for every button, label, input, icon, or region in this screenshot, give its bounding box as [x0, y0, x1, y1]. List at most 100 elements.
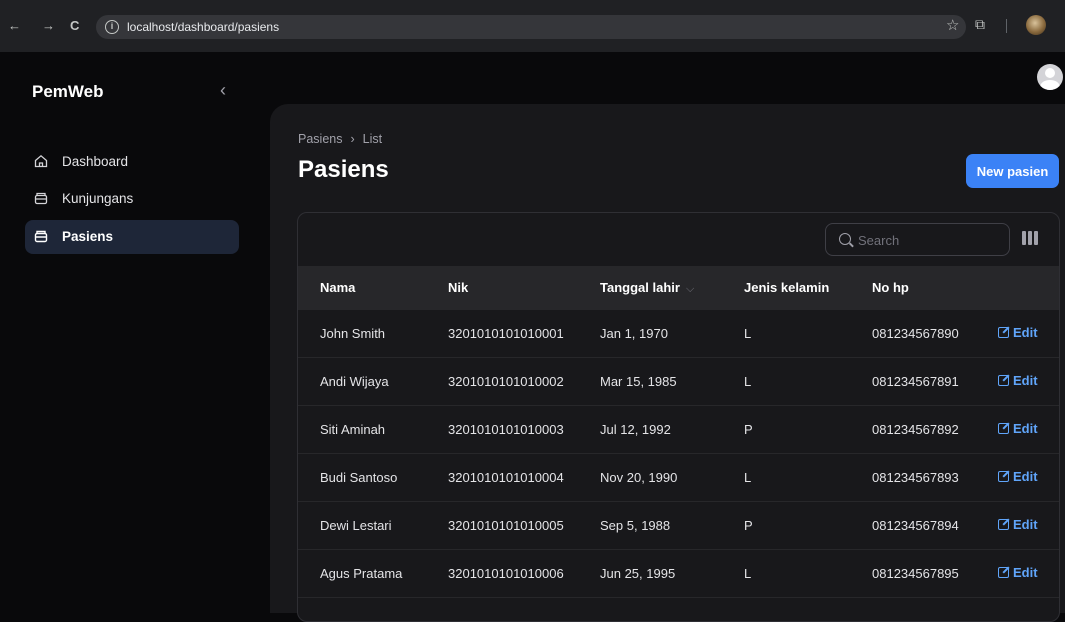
- cell-nik: 3201010101010003: [448, 422, 564, 437]
- cell-no-hp: 081234567890: [872, 326, 959, 341]
- cell-nik: 3201010101010001: [448, 326, 564, 341]
- cell-nama: Siti Aminah: [320, 422, 386, 437]
- chevron-down-icon: ⌵: [685, 283, 695, 295]
- edit-label: Edit: [1013, 469, 1038, 484]
- cell-tanggal-lahir: Jun 25, 1995: [600, 566, 676, 581]
- inbox-icon: [34, 230, 48, 243]
- cell-nama: Dewi Lestari: [320, 518, 392, 533]
- table-header: Nama Nik Tanggal lahir ⌵ Jenis kelamin No…: [298, 266, 1059, 309]
- forward-icon[interactable]: →: [42, 18, 55, 33]
- toolbar-divider: [1006, 19, 1007, 33]
- browser-toolbar: ← → C i localhost/dashboard/pasiens ☆ ⧉: [0, 0, 1065, 52]
- cell-jenis-kelamin: L: [744, 470, 752, 485]
- edit-button[interactable]: Edit: [998, 517, 1038, 532]
- sidebar-item-kunjungans[interactable]: Kunjungans: [25, 182, 239, 216]
- edit-label: Edit: [1013, 421, 1038, 436]
- search-input[interactable]: [858, 230, 1003, 250]
- url-text[interactable]: localhost/dashboard/pasiens: [127, 20, 279, 34]
- main-panel: Pasiens › List Pasiens New pasien Nama Nik…: [270, 104, 1065, 622]
- cell-nik: 3201010101010002: [448, 374, 564, 389]
- breadcrumb-chevron-icon: ›: [350, 132, 355, 146]
- edit-label: Edit: [1013, 373, 1038, 388]
- cell-nama: Andi Wijaya: [320, 374, 389, 389]
- new-pasien-button[interactable]: New pasien: [966, 154, 1059, 188]
- table-row[interactable]: Agus Pratama 3201010101010006 Jun 25, 19…: [298, 549, 1059, 597]
- table-row[interactable]: John Smith 3201010101010001 Jan 1, 1970 …: [298, 309, 1059, 357]
- sidebar-item-pasiens[interactable]: Pasiens: [25, 220, 239, 254]
- table-row: [298, 597, 1059, 621]
- cell-tanggal-lahir: Mar 15, 1985: [600, 374, 677, 389]
- search-icon: [839, 233, 851, 245]
- cell-nik: 3201010101010005: [448, 518, 564, 533]
- cell-nik: 3201010101010006: [448, 566, 564, 581]
- page-title: Pasiens: [298, 156, 389, 183]
- cell-no-hp: 081234567893: [872, 470, 959, 485]
- chevron-left-icon[interactable]: ‹: [220, 80, 226, 101]
- cell-jenis-kelamin: L: [744, 374, 752, 389]
- edit-button[interactable]: Edit: [998, 469, 1038, 484]
- column-header-jenis-kelamin[interactable]: Jenis kelamin: [744, 280, 829, 295]
- table-toolbar: [298, 213, 1059, 265]
- cell-nama: Budi Santoso: [320, 470, 398, 485]
- reload-icon[interactable]: C: [70, 18, 79, 33]
- breadcrumb-current: List: [362, 132, 383, 146]
- cell-no-hp: 081234567892: [872, 422, 959, 437]
- brand-logo[interactable]: PemWeb: [32, 82, 104, 102]
- cell-nik: 3201010101010004: [448, 470, 564, 485]
- cell-nama: John Smith: [320, 326, 386, 341]
- table-row[interactable]: Budi Santoso 3201010101010004 Nov 20, 19…: [298, 453, 1059, 501]
- edit-icon: [998, 567, 1009, 578]
- cell-no-hp: 081234567891: [872, 374, 959, 389]
- address-bar[interactable]: i localhost/dashboard/pasiens: [96, 15, 966, 39]
- edit-icon: [998, 519, 1009, 530]
- column-toggle-icon[interactable]: [1022, 231, 1038, 245]
- breadcrumb-link-pasiens[interactable]: Pasiens: [298, 132, 342, 146]
- cell-jenis-kelamin: L: [744, 566, 752, 581]
- edit-icon: [998, 327, 1009, 338]
- edit-icon: [998, 375, 1009, 386]
- cell-tanggal-lahir: Sep 5, 1988: [600, 518, 671, 533]
- edit-button[interactable]: Edit: [998, 373, 1038, 388]
- cell-jenis-kelamin: P: [744, 518, 753, 533]
- table-row[interactable]: Siti Aminah 3201010101010003 Jul 12, 199…: [298, 405, 1059, 453]
- back-icon[interactable]: ←: [8, 18, 21, 33]
- app-shell: PemWeb ‹ Dashboard Kunjungans Pasiens Pa…: [0, 52, 1065, 622]
- edit-icon: [998, 471, 1009, 482]
- extensions-icon[interactable]: ⧉: [975, 16, 985, 33]
- user-avatar[interactable]: [1037, 64, 1063, 90]
- sidebar: PemWeb ‹ Dashboard Kunjungans Pasiens: [0, 52, 251, 613]
- column-header-nama[interactable]: Nama: [320, 280, 355, 295]
- browser-profile-avatar[interactable]: [1026, 15, 1046, 35]
- sidebar-item-label: Dashboard: [62, 154, 129, 169]
- cell-jenis-kelamin: L: [744, 326, 752, 341]
- home-icon: [34, 154, 48, 168]
- cell-tanggal-lahir: Nov 20, 1990: [600, 470, 678, 485]
- site-info-icon[interactable]: i: [105, 20, 119, 34]
- edit-label: Edit: [1013, 325, 1038, 340]
- table-row[interactable]: Dewi Lestari 3201010101010005 Sep 5, 198…: [298, 501, 1059, 549]
- edit-button[interactable]: Edit: [998, 325, 1038, 340]
- column-header-no-hp[interactable]: No hp: [872, 280, 909, 295]
- sidebar-item-dashboard[interactable]: Dashboard: [25, 145, 239, 179]
- sidebar-item-label: Kunjungans: [62, 191, 134, 206]
- edit-button[interactable]: Edit: [998, 565, 1038, 580]
- edit-label: Edit: [1013, 565, 1038, 580]
- pasien-table: Nama Nik Tanggal lahir ⌵ Jenis kelamin No…: [297, 212, 1060, 622]
- column-header-label: Tanggal lahir: [600, 280, 680, 295]
- breadcrumb: Pasiens › List: [298, 132, 382, 146]
- edit-button[interactable]: Edit: [998, 421, 1038, 436]
- cell-no-hp: 081234567895: [872, 566, 959, 581]
- edit-label: Edit: [1013, 517, 1038, 532]
- cell-nama: Agus Pratama: [320, 566, 403, 581]
- cell-tanggal-lahir: Jul 12, 1992: [600, 422, 671, 437]
- sidebar-item-label: Pasiens: [62, 229, 114, 244]
- bookmark-star-icon[interactable]: ☆: [946, 16, 959, 34]
- search-field[interactable]: [825, 223, 1010, 256]
- edit-icon: [998, 423, 1009, 434]
- cell-jenis-kelamin: P: [744, 422, 753, 437]
- inbox-icon: [34, 192, 48, 205]
- column-header-tanggal-lahir[interactable]: Tanggal lahir ⌵: [600, 280, 694, 296]
- cell-no-hp: 081234567894: [872, 518, 959, 533]
- table-row[interactable]: Andi Wijaya 3201010101010002 Mar 15, 198…: [298, 357, 1059, 405]
- column-header-nik[interactable]: Nik: [448, 280, 468, 295]
